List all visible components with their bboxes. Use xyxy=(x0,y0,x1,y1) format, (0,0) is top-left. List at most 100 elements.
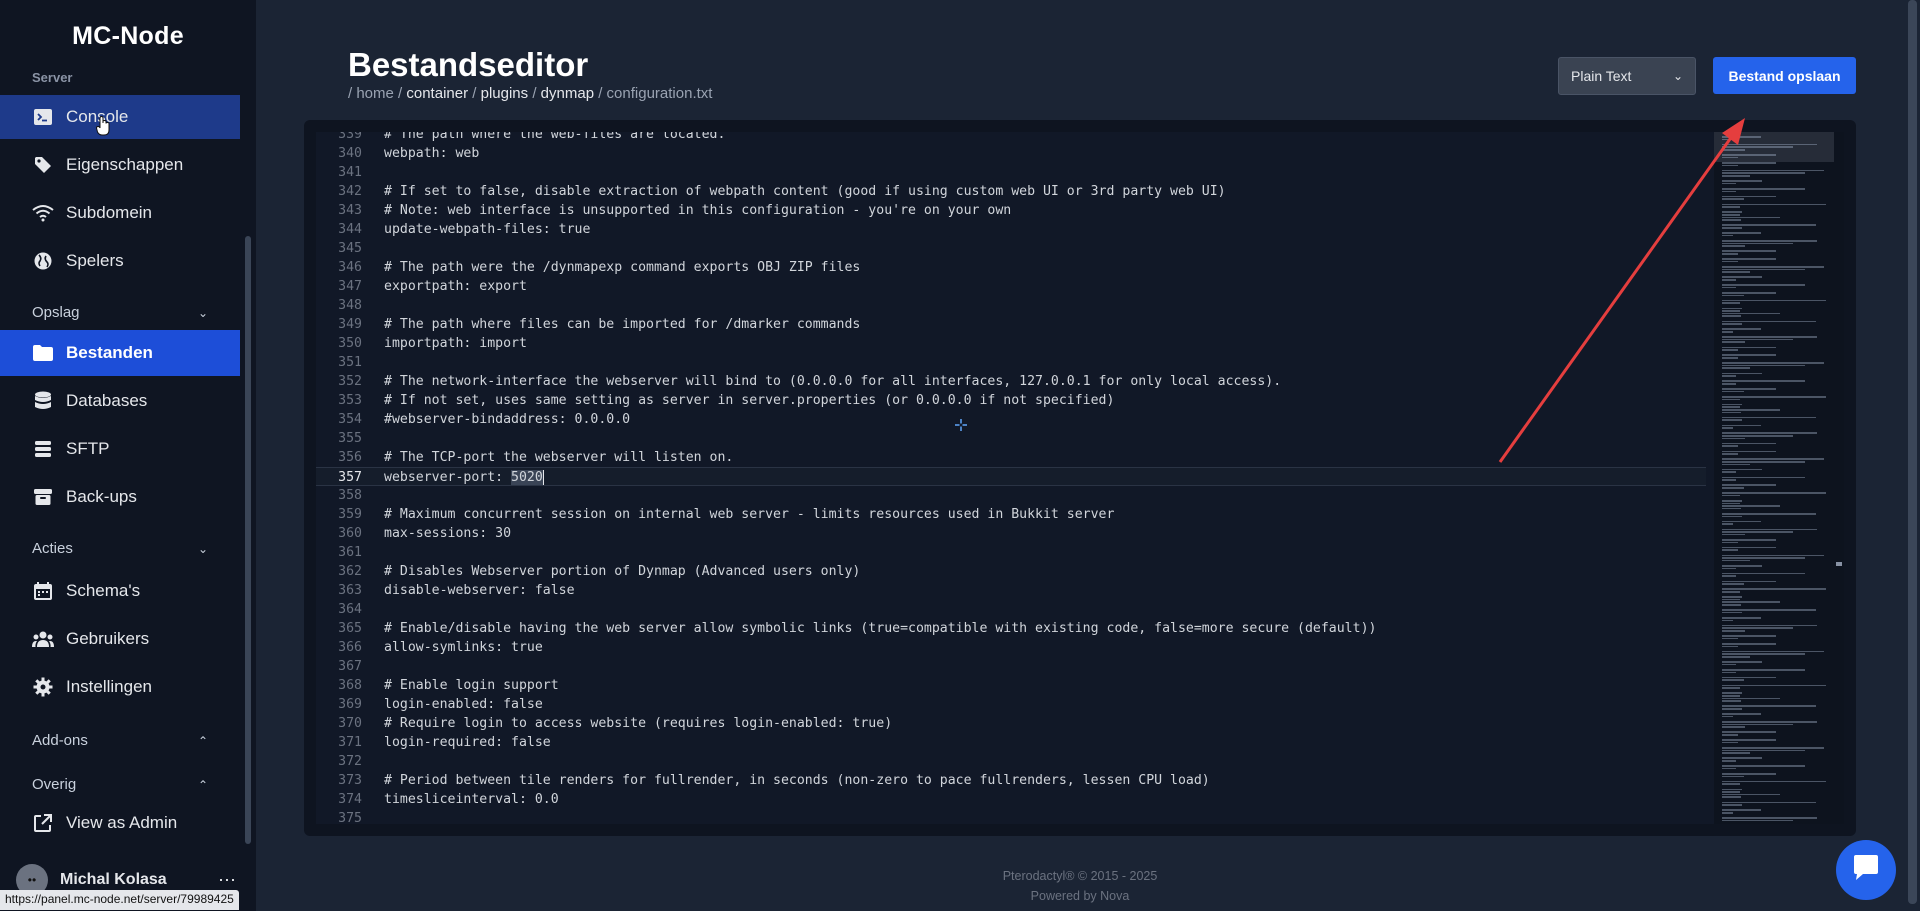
line-number: 373 xyxy=(338,773,362,788)
code-line[interactable]: 367 xyxy=(316,657,1706,676)
code-line[interactable]: 359 # Maximum concurrent session on inter… xyxy=(316,505,1706,524)
code-line[interactable]: 341 xyxy=(316,163,1706,182)
code-line[interactable]: 345 xyxy=(316,239,1706,258)
code-line[interactable]: 373 # Period between tile renders for ful… xyxy=(316,771,1706,790)
minimap-line xyxy=(1722,276,1762,278)
minimap-line xyxy=(1722,723,1794,726)
minimap-line xyxy=(1722,362,1824,364)
sidebar-item-subdomein[interactable]: Subdomein xyxy=(0,191,240,235)
breadcrumb-home[interactable]: / home / xyxy=(348,85,402,102)
code-line[interactable]: 349 # The path where files can be importe… xyxy=(316,315,1706,334)
minimap-line xyxy=(1722,708,1742,710)
section-label: Overig xyxy=(32,776,77,793)
section-acties[interactable]: Acties ⌄ xyxy=(32,540,208,557)
minimap-slider[interactable] xyxy=(1714,132,1834,162)
code-line[interactable]: 340 webpath: web xyxy=(316,144,1706,163)
editor-scrollbar[interactable] xyxy=(1834,132,1844,824)
code-line[interactable]: 352 # The network-interface the webserver… xyxy=(316,372,1706,391)
sidebar-item-instellingen[interactable]: Instellingen xyxy=(0,665,240,709)
code-line[interactable]: 364 xyxy=(316,600,1706,619)
brand-logo[interactable]: MC-Node xyxy=(0,22,256,51)
minimap-line xyxy=(1722,731,1776,733)
minimap-line xyxy=(1722,676,1776,679)
line-text: login-required: false xyxy=(384,733,551,752)
code-line[interactable]: 365 # Enable/disable having the web serve… xyxy=(316,619,1706,638)
sidebar-item-console[interactable]: Console xyxy=(0,95,240,139)
text-cursor xyxy=(542,469,544,485)
language-select[interactable]: Plain Text ⌄ xyxy=(1558,57,1696,95)
editor-minimap[interactable] xyxy=(1714,132,1834,824)
code-line[interactable]: 356 # The TCP-port the webserver will lis… xyxy=(316,448,1706,467)
code-line[interactable]: 368 # Enable login support xyxy=(316,676,1706,695)
code-line[interactable]: 351 xyxy=(316,353,1706,372)
minimap-line xyxy=(1722,757,1762,759)
sidebar-item-sftp[interactable]: SFTP xyxy=(0,427,240,471)
code-line[interactable]: 342 # If set to false, disable extraction… xyxy=(316,182,1706,201)
footer: Pterodactyl® © 2015 - 2025 Powered by No… xyxy=(0,866,1920,906)
sidebar-item-databases[interactable]: Databases xyxy=(0,379,240,423)
minimap-line xyxy=(1722,679,1744,681)
minimap-line xyxy=(1722,354,1776,356)
code-line[interactable]: 369 login-enabled: false xyxy=(316,695,1706,714)
code-line[interactable]: 348 xyxy=(316,296,1706,315)
code-line[interactable]: 347 exportpath: export xyxy=(316,277,1706,296)
minimap-line xyxy=(1722,801,1816,804)
sidebar-item-schemas[interactable]: Schema's xyxy=(0,569,240,613)
minimap-line xyxy=(1722,567,1737,570)
code-editor-viewport[interactable]: 339 # The path where the web-files are lo… xyxy=(316,132,1844,824)
chat-button[interactable] xyxy=(1836,840,1896,900)
line-number: 361 xyxy=(338,545,362,560)
line-text: # The path were the /dynmapexp command e… xyxy=(384,258,860,277)
line-content: # Disables Webserver portion of Dynmap (… xyxy=(384,564,861,579)
minimap-line xyxy=(1722,250,1776,252)
code-line[interactable]: 355 xyxy=(316,429,1706,448)
code-line[interactable]: 371 login-required: false xyxy=(316,733,1706,752)
code-line[interactable]: 374 timesliceinterval: 0.0 xyxy=(316,790,1706,809)
section-opslag[interactable]: Opslag ⌄ xyxy=(32,304,208,321)
editor-scrollbar-thumb[interactable] xyxy=(1836,562,1842,566)
code-line[interactable]: 360 max-sessions: 30 xyxy=(316,524,1706,543)
breadcrumb-container[interactable]: container xyxy=(406,85,468,102)
code-line[interactable]: 346 # The path were the /dynmapexp comman… xyxy=(316,258,1706,277)
sidebar-item-bestanden[interactable]: Bestanden xyxy=(0,330,240,376)
minimap-line xyxy=(1722,713,1761,715)
code-line[interactable]: 343 # Note: web interface is unsupported … xyxy=(316,201,1706,220)
sidebar-item-eigenschappen[interactable]: Eigenschappen xyxy=(0,143,240,187)
minimap-line xyxy=(1722,411,1741,414)
minimap-line xyxy=(1722,432,1818,434)
code-line[interactable]: 361 xyxy=(316,543,1706,562)
sidebar-item-spelers[interactable]: Spelers xyxy=(0,239,240,283)
code-line[interactable]: 344 update-webpath-files: true xyxy=(316,220,1706,239)
database-icon xyxy=(32,390,54,412)
page-scrollbar-thumb[interactable] xyxy=(1908,0,1917,904)
minimap-line xyxy=(1722,312,1780,315)
save-file-button[interactable]: Bestand opslaan xyxy=(1713,57,1856,94)
code-line[interactable]: 357 webserver-port: 5020 xyxy=(316,467,1706,486)
minimap-line xyxy=(1722,357,1739,359)
code-line[interactable]: 372 xyxy=(316,752,1706,771)
code-line[interactable]: 362 # Disables Webserver portion of Dynma… xyxy=(316,562,1706,581)
sidebar-scrollbar[interactable] xyxy=(245,236,251,844)
code-line[interactable]: 358 xyxy=(316,486,1706,505)
minimap-line xyxy=(1722,372,1762,375)
sidebar-item-label: Eigenschappen xyxy=(66,155,184,174)
sidebar-item-back-ups[interactable]: Back-ups xyxy=(0,475,240,519)
code-line[interactable]: 354 #webserver-bindaddress: 0.0.0.0 xyxy=(316,410,1706,429)
sidebar-item-gebruikers[interactable]: Gebruikers xyxy=(0,617,240,661)
code-line[interactable]: 370 # Require login to access website (re… xyxy=(316,714,1706,733)
breadcrumb-dynmap[interactable]: dynmap xyxy=(541,85,594,102)
sidebar-item-view-as-admin[interactable]: View as Admin xyxy=(0,801,240,845)
cursor-crosshair-icon xyxy=(955,418,967,431)
code-line[interactable]: 339 # The path where the web-files are lo… xyxy=(316,132,1706,144)
code-line[interactable]: 366 allow-symlinks: true xyxy=(316,638,1706,657)
section-overig[interactable]: Overig ⌃ xyxy=(32,776,208,793)
minimap-line xyxy=(1722,383,1737,385)
code-line[interactable]: 353 # If not set, uses same setting as se… xyxy=(316,391,1706,410)
code-line[interactable]: 375 xyxy=(316,809,1706,824)
section-add-ons[interactable]: Add-ons ⌃ xyxy=(32,732,208,749)
minimap-line xyxy=(1722,162,1776,164)
code-line[interactable]: 363 disable-webserver: false xyxy=(316,581,1706,600)
breadcrumb-plugins[interactable]: plugins xyxy=(481,85,529,102)
minimap-line xyxy=(1722,253,1739,255)
code-line[interactable]: 350 importpath: import xyxy=(316,334,1706,353)
